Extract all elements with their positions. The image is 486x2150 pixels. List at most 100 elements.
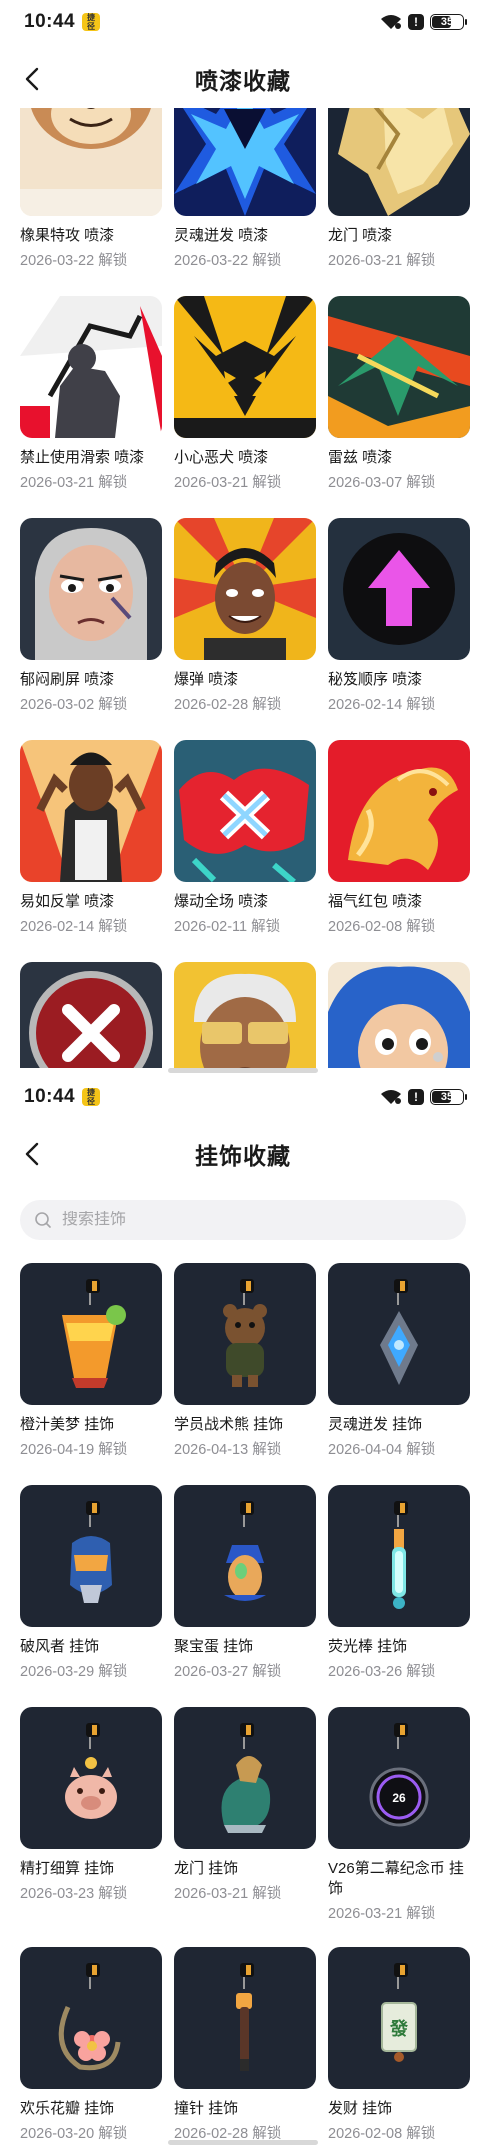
charm-card[interactable]: 精打细算 挂饰 2026-03-23 解锁 <box>20 1707 162 1904</box>
charm-thumbnail <box>20 1263 162 1405</box>
charm-thumbnail <box>328 1263 470 1405</box>
spray-card[interactable]: 雷兹 喷漆 2026-03-07 解锁 <box>328 296 470 493</box>
spray-card[interactable] <box>174 962 316 1068</box>
dragongate-icon <box>328 108 470 216</box>
status-icons: ! 35 <box>380 13 467 31</box>
spray-card[interactable]: 秘笈顺序 喷漆 2026-02-14 解锁 <box>328 518 470 715</box>
spray-name: 秘笈顺序 喷漆 <box>328 671 423 688</box>
battery-level: 35 <box>440 1091 454 1103</box>
coin-icon: 26 <box>328 1707 470 1849</box>
charm-card[interactable]: 破风者 挂饰 2026-03-29 解锁 <box>20 1485 162 1682</box>
battery-icon: 35 <box>430 14 467 30</box>
spray-thumbnail <box>174 962 316 1068</box>
charm-unlock-date: 2026-04-13 解锁 <box>174 1442 282 1458</box>
spray-unlock-date: 2026-02-14 解锁 <box>328 697 436 713</box>
soulburst-icon <box>174 108 316 216</box>
wifi-icon <box>381 15 401 29</box>
page-title: 挂饰收藏 <box>195 1143 291 1169</box>
spray-card[interactable]: 龙门 喷漆 2026-03-21 解锁 <box>328 108 470 271</box>
spray-thumbnail <box>20 518 162 660</box>
zipline-icon <box>20 296 162 438</box>
charm-card[interactable]: 橙汁美梦 挂饰 2026-04-19 解锁 <box>20 1263 162 1460</box>
spray-card[interactable]: 郁闷刷屏 喷漆 2026-03-02 解锁 <box>20 518 162 715</box>
charm-collection-screen: 10:44 捷径 ! 35 挂饰收藏 橙汁美梦 挂饰 2026-04-19 解锁 学… <box>0 1075 486 2150</box>
spray-unlock-date: 2026-03-22 解锁 <box>20 253 128 269</box>
charm-name: 龙门 挂饰 <box>174 1860 239 1877</box>
spray-thumbnail <box>20 108 162 216</box>
charm-name: 荧光棒 挂饰 <box>328 1638 408 1655</box>
charm-unlock-date: 2026-03-21 解锁 <box>174 1886 282 1902</box>
home-indicator <box>168 1068 318 1073</box>
status-time: 10:44 <box>24 11 76 32</box>
charm-card[interactable]: 荧光棒 挂饰 2026-03-26 解锁 <box>328 1485 470 1682</box>
xmark-icon <box>20 962 162 1068</box>
spray-card[interactable]: 福气红包 喷漆 2026-02-08 解锁 <box>328 740 470 937</box>
status-bar: 10:44 捷径 ! 35 <box>0 1075 486 1121</box>
spray-card[interactable] <box>328 962 470 1068</box>
charm-name: V26第二幕纪念币 挂饰 <box>328 1860 464 1897</box>
status-time: 10:44 <box>24 1086 76 1107</box>
spray-card[interactable]: 小心恶犬 喷漆 2026-03-21 解锁 <box>174 296 316 493</box>
charm-name: 灵魂迸发 挂饰 <box>328 1416 423 1433</box>
search-input[interactable] <box>62 1211 442 1229</box>
spray-unlock-date: 2026-03-21 解锁 <box>174 475 282 491</box>
title-bar: 喷漆收藏 <box>0 46 486 108</box>
spray-thumbnail <box>20 296 162 438</box>
charm-card[interactable]: 撞针 挂饰 2026-02-28 解锁 <box>174 1947 316 2143</box>
spray-card[interactable]: 易如反掌 喷漆 2026-02-14 解锁 <box>20 740 162 937</box>
charm-card[interactable]: 欢乐花瓣 挂饰 2026-03-20 解锁 <box>20 1947 162 2143</box>
charm-name: 欢乐花瓣 挂饰 <box>20 2100 115 2117</box>
charm-card[interactable]: 發发财 挂饰 2026-02-08 解锁 <box>328 1947 470 2143</box>
spray-thumbnail <box>174 108 316 216</box>
gloomy-icon <box>20 518 162 660</box>
spray-card[interactable] <box>20 962 162 1068</box>
spray-name: 龙门 喷漆 <box>328 227 393 244</box>
spray-thumbnail <box>20 740 162 882</box>
charm-card[interactable]: 灵魂迸发 挂饰 2026-04-04 解锁 <box>328 1263 470 1460</box>
spray-card[interactable]: 爆弹 喷漆 2026-02-28 解锁 <box>174 518 316 715</box>
piggy-icon <box>20 1707 162 1849</box>
charm-thumbnail <box>174 1947 316 2089</box>
spray-card[interactable]: 禁止使用滑索 喷漆 2026-03-21 解锁 <box>20 296 162 493</box>
spray-unlock-date: 2026-02-28 解锁 <box>174 697 282 713</box>
spray-unlock-date: 2026-03-21 解锁 <box>328 253 436 269</box>
spray-thumbnail <box>328 296 470 438</box>
charm-thumbnail <box>20 1707 162 1849</box>
shades-icon <box>174 962 316 1068</box>
charm-thumbnail <box>174 1707 316 1849</box>
spray-collection-screen: 10:44 捷径 ! 35 喷漆收藏 橡果特攻 喷漆 2026-03-22 解锁灵… <box>0 0 486 1075</box>
dragon-icon <box>174 1707 316 1849</box>
pin-icon <box>174 1947 316 2089</box>
spray-name: 橡果特攻 喷漆 <box>20 227 115 244</box>
spray-unlock-date: 2026-03-02 解锁 <box>20 697 128 713</box>
charm-card[interactable]: 聚宝蛋 挂饰 2026-03-27 解锁 <box>174 1485 316 1682</box>
search-bar[interactable] <box>20 1200 466 1240</box>
flower-icon <box>20 1947 162 2089</box>
redhorse-icon <box>328 740 470 882</box>
search-icon <box>35 1212 51 1228</box>
charm-card[interactable]: 龙门 挂饰 2026-03-21 解锁 <box>174 1707 316 1904</box>
charm-unlock-date: 2026-03-23 解锁 <box>20 1886 128 1902</box>
spray-thumbnail <box>328 962 470 1068</box>
battery-icon: 35 <box>430 1089 467 1105</box>
charm-unlock-date: 2026-03-21 解锁 <box>328 1906 436 1922</box>
alert-icon: ! <box>408 1089 424 1105</box>
charm-card[interactable]: 学员战术熊 挂饰 2026-04-13 解锁 <box>174 1263 316 1460</box>
alert-icon: ! <box>408 14 424 30</box>
spray-card[interactable]: 爆动全场 喷漆 2026-02-11 解锁 <box>174 740 316 937</box>
spray-card[interactable]: 橡果特攻 喷漆 2026-03-22 解锁 <box>20 108 162 271</box>
bluehair-icon <box>328 962 470 1068</box>
charm-thumbnail <box>174 1485 316 1627</box>
charm-name: 撞针 挂饰 <box>174 2100 239 2117</box>
helmet-icon <box>20 1485 162 1627</box>
battery-level: 35 <box>440 16 454 28</box>
spray-thumbnail <box>328 740 470 882</box>
crystal-icon <box>328 1263 470 1405</box>
charm-card[interactable]: 26 V26第二幕纪念币 挂饰 2026-03-21 解锁 <box>328 1707 470 1924</box>
wifi-icon <box>381 1090 401 1104</box>
spray-thumbnail <box>174 518 316 660</box>
spray-thumbnail <box>174 740 316 882</box>
spray-name: 禁止使用滑索 喷漆 <box>20 449 145 466</box>
spray-card[interactable]: 灵魂迸发 喷漆 2026-03-22 解锁 <box>174 108 316 271</box>
charm-thumbnail <box>328 1485 470 1627</box>
